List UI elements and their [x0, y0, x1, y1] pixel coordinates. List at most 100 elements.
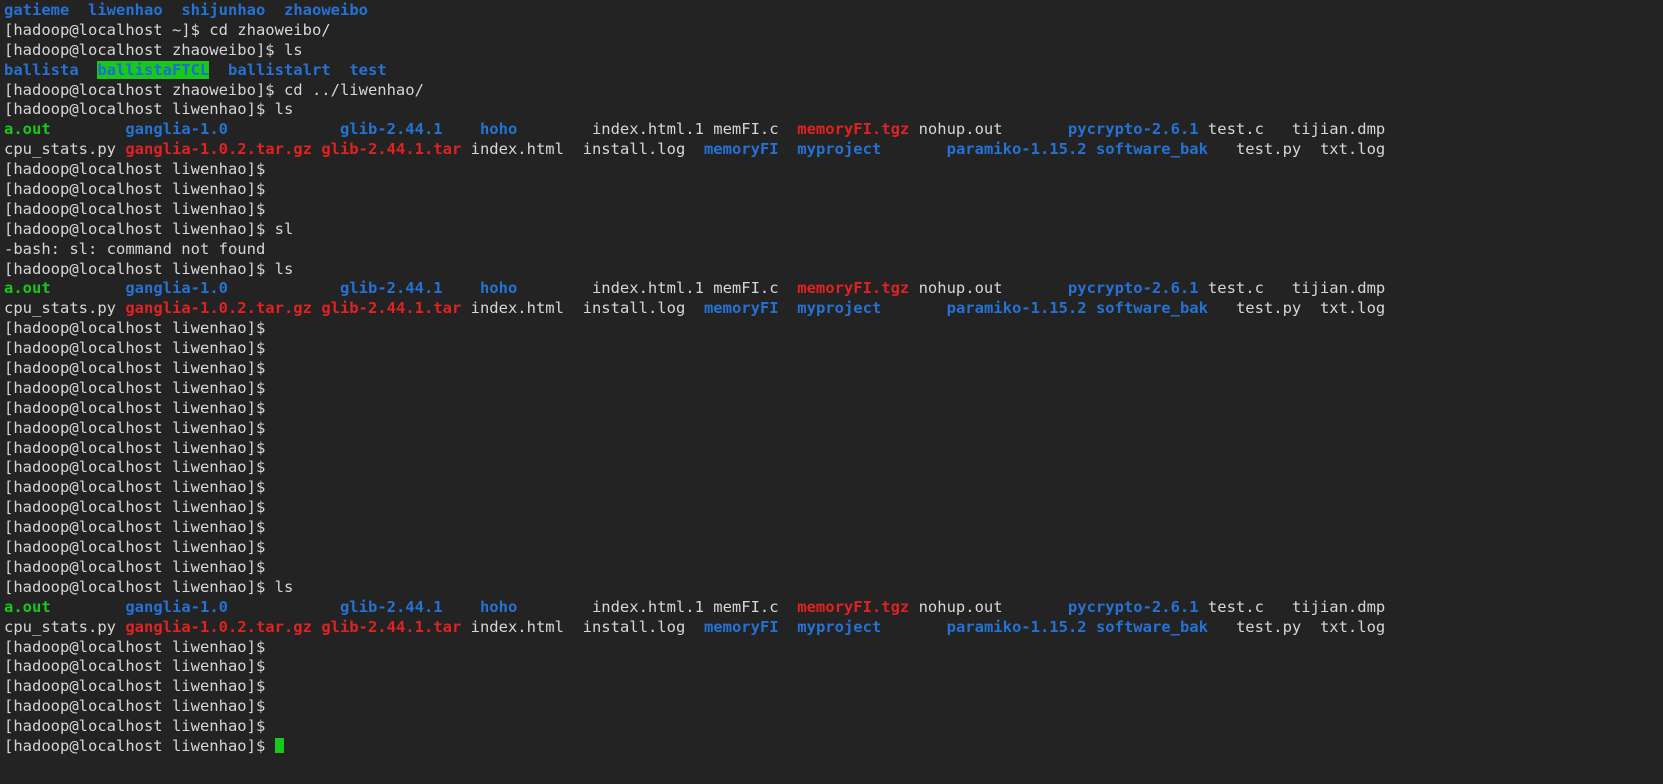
text-segment: [hadoop@localhost liwenhao]$ — [4, 637, 275, 656]
text-segment — [779, 598, 798, 616]
text-segment: cpu_stats.py — [4, 617, 116, 636]
text-segment — [1208, 140, 1236, 158]
dir-segment: ganglia-1.0 — [125, 120, 228, 139]
text-segment — [564, 618, 583, 636]
text-segment: txt.log — [1319, 140, 1386, 159]
dir-segment: software_bak — [1095, 617, 1208, 636]
dir-segment: ballistalrt — [227, 60, 331, 79]
text-segment: [hadoop@localhost liwenhao]$ ls — [4, 100, 294, 119]
dir-segment: myproject — [797, 299, 882, 318]
prompt-blank-11: [hadoop@localhost liwenhao]$ — [4, 458, 1663, 478]
text-segment — [1003, 120, 1068, 138]
liwenhao-listing3-row1-a: a.out ganglia-1.0 glib-2.44.1 hoho index… — [4, 598, 1663, 618]
dir-segment: liwenhao — [88, 1, 163, 19]
text-segment — [517, 598, 592, 616]
text-segment: txt.log — [1319, 299, 1386, 318]
prompt-blank-5: [hadoop@localhost liwenhao]$ — [4, 339, 1663, 359]
dir-segment: hoho — [479, 597, 518, 616]
prompt-blank-14: [hadoop@localhost liwenhao]$ — [4, 518, 1663, 538]
text-segment — [1199, 279, 1208, 297]
dir-segment: hoho — [479, 279, 518, 298]
text-segment: [hadoop@localhost liwenhao]$ — [4, 398, 275, 417]
text-segment: [hadoop@localhost liwenhao]$ — [4, 736, 275, 755]
dir-segment: myproject — [797, 617, 882, 636]
text-segment — [564, 299, 583, 317]
text-segment: [hadoop@localhost liwenhao]$ — [4, 378, 275, 397]
text-segment — [209, 61, 228, 79]
dir-segment: software_bak — [1095, 140, 1208, 159]
prompt-blank-10: [hadoop@localhost liwenhao]$ — [4, 439, 1663, 459]
text-segment — [779, 618, 798, 636]
arch-segment: ganglia-1.0.2.tar.gz — [125, 299, 312, 318]
text-segment: test.py — [1235, 140, 1302, 159]
home-dir-listing: gatieme liwenhao shijunhao zhaoweibo — [4, 1, 1663, 21]
text-segment: nohup.out — [918, 597, 1003, 616]
text-segment — [116, 618, 125, 636]
text-segment — [881, 140, 946, 158]
dir-segment: ganglia-1.0 — [125, 597, 228, 616]
text-segment — [1208, 299, 1236, 317]
terminal-window[interactable]: gatieme liwenhao shijunhao zhaoweibo [had… — [0, 0, 1663, 784]
text-segment — [1264, 279, 1292, 297]
text-segment — [1003, 279, 1068, 297]
text-segment — [443, 279, 480, 297]
dir-segment: myproject — [797, 140, 882, 159]
arch-segment: glib-2.44.1.tar — [321, 617, 462, 636]
text-segment: test.c — [1207, 597, 1264, 616]
text-segment — [685, 299, 704, 317]
text-segment — [51, 598, 126, 616]
prompt-blank-8: [hadoop@localhost liwenhao]$ — [4, 399, 1663, 419]
text-segment — [779, 140, 798, 158]
text-segment: index.html — [470, 299, 564, 318]
text-segment: install.log — [582, 140, 686, 159]
text-segment — [909, 120, 918, 138]
text-segment — [228, 120, 340, 138]
text-segment — [909, 279, 918, 297]
text-segment: tijian.dmp — [1291, 120, 1386, 139]
dir-segment: pycrypto-2.6.1 — [1067, 279, 1199, 298]
text-segment — [1264, 598, 1292, 616]
text-segment: [hadoop@localhost liwenhao]$ sl — [4, 219, 294, 238]
text-segment — [517, 120, 592, 138]
text-segment — [1087, 140, 1096, 158]
dir-segment: pycrypto-2.6.1 — [1067, 597, 1199, 616]
text-segment: tijian.dmp — [1291, 597, 1386, 616]
text-segment — [1208, 618, 1236, 636]
arch-segment: memoryFI.tgz — [797, 279, 910, 298]
text-segment — [312, 299, 321, 317]
text-segment: [hadoop@localhost liwenhao]$ — [4, 557, 275, 576]
text-segment — [116, 299, 125, 317]
text-segment — [1264, 120, 1292, 138]
liwenhao-listing2-row1-a: a.out ganglia-1.0 glib-2.44.1 hoho index… — [4, 279, 1663, 299]
text-segment: tijian.dmp — [1291, 279, 1386, 298]
exec-segment: a.out — [4, 279, 51, 298]
text-segment — [704, 598, 713, 616]
exec-segment: a.out — [4, 120, 51, 139]
dir-segment: paramiko-1.15.2 — [946, 299, 1087, 318]
text-segment — [1301, 140, 1320, 158]
text-segment: txt.log — [1319, 617, 1386, 636]
prompt-blank-21: [hadoop@localhost liwenhao]$ — [4, 717, 1663, 737]
exec-segment: a.out — [4, 597, 51, 616]
dir-segment: ballista — [4, 60, 79, 79]
liwenhao-listing-row1-b: cpu_stats.py ganglia-1.0.2.tar.gz glib-2… — [4, 140, 1663, 160]
dir-segment: test — [349, 60, 387, 79]
prompt-blank-16: [hadoop@localhost liwenhao]$ — [4, 558, 1663, 578]
text-segment — [685, 618, 704, 636]
liwenhao-listing2-row1-b: cpu_stats.py ganglia-1.0.2.tar.gz glib-2… — [4, 299, 1663, 319]
error-sl-not-found: -bash: sl: command not found — [4, 240, 1663, 260]
terminal-screen[interactable]: gatieme liwenhao shijunhao zhaoweibo [had… — [0, 0, 1663, 757]
prompt-blank-12: [hadoop@localhost liwenhao]$ — [4, 478, 1663, 498]
text-segment: [hadoop@localhost liwenhao]$ — [4, 478, 275, 497]
text-segment: [hadoop@localhost liwenhao]$ — [4, 518, 275, 537]
text-segment: index.html.1 — [591, 597, 704, 616]
prompt-active-cursor: [hadoop@localhost liwenhao]$ — [4, 737, 1663, 757]
text-segment — [443, 598, 480, 616]
prompt-ls-zhaoweibo: [hadoop@localhost zhaoweibo]$ ls — [4, 41, 1663, 61]
dir-segment: shijunhao — [181, 1, 266, 19]
text-segment: cpu_stats.py — [4, 299, 116, 318]
liwenhao-listing3-row1-b: cpu_stats.py ganglia-1.0.2.tar.gz glib-2… — [4, 618, 1663, 638]
text-segment — [704, 120, 713, 138]
text-segment — [51, 279, 126, 297]
text-segment: [hadoop@localhost liwenhao]$ — [4, 697, 275, 716]
